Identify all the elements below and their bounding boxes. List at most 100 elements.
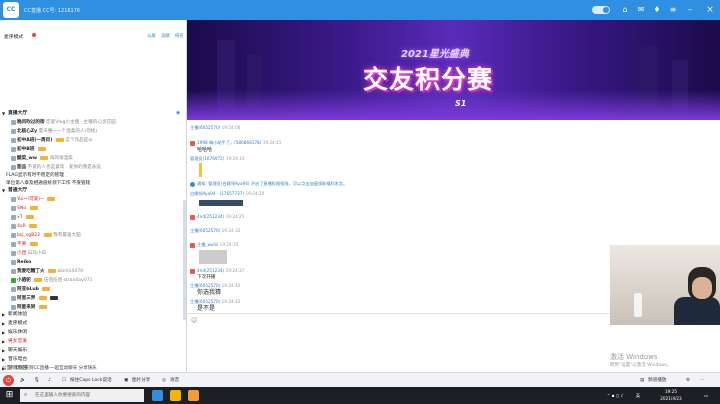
windows-start-icon[interactable]: ⊞ [4, 390, 15, 401]
gift-icon [190, 268, 195, 274]
chat-input[interactable] [199, 318, 599, 358]
chat-icon[interactable]: ✉ [636, 5, 646, 15]
minimize-button[interactable]: – [680, 0, 700, 20]
home-icon[interactable]: ⌂ [620, 5, 630, 15]
group-item[interactable]: ▶ 新闻体验 [0, 310, 186, 319]
taskbar-search[interactable]: ⌕ 在这里输入你要搜索的内容 [20, 389, 144, 402]
explorer-icon[interactable] [170, 390, 181, 401]
avatar [11, 147, 16, 152]
image-message[interactable] [199, 200, 243, 206]
member-item[interactable]: 小骆驼 伍佰伍佰·stranday071 [0, 276, 186, 285]
gift-icon [190, 214, 195, 220]
badge-icon [29, 205, 38, 210]
windows-taskbar: ⊞ ⌕ 在这里输入你要搜索的内容 ⌃ ▪ ◻ ♪ 英 19:25 2021/4/… [0, 387, 720, 404]
voice-icon[interactable]: ◎ [162, 376, 166, 385]
room-header[interactable]: ▼ 直播大厅 [0, 109, 186, 118]
close-button[interactable]: × [700, 0, 720, 20]
bottom-toolbar: ⏻ 🔈 🎙 ♪ ☐ 按住Caps Lock说话 ▣ 图片分享 ◎ 语音 ▤ 频道… [0, 372, 720, 388]
member-list-scrollbar[interactable] [183, 200, 186, 320]
search-placeholder: 在这里输入你要搜索的内容 [35, 393, 91, 398]
avatar [11, 260, 16, 265]
app-icon[interactable] [188, 390, 199, 401]
member-item[interactable]: 阿亚bLub [0, 285, 186, 294]
badge-icon [47, 196, 56, 201]
list-item[interactable]: 酸菜_ww 海风很温柔 [0, 154, 186, 163]
chat-message: 下次开播 [197, 275, 216, 280]
notification-icon[interactable]: ▭ [700, 391, 712, 400]
list-item[interactable]: 北极心Zy 夏天唯一一个温柔的人(勿扰) [0, 127, 186, 136]
member-item[interactable]: 不要 [0, 240, 186, 249]
mic-icon[interactable]: 🎙 [34, 376, 40, 385]
chat-line: 管理员(1676972) 19:24:16 [190, 156, 245, 161]
section-main-hall[interactable]: ▼ 普通大厅 [0, 186, 186, 195]
picture-icon[interactable]: ▣ [124, 376, 128, 385]
avatar [11, 197, 16, 202]
speaker-icon[interactable]: 🔈 [20, 376, 26, 385]
tab-contribute[interactable]: 贡献 [161, 33, 170, 39]
title-bar: CC CC直播 CC号: 1216176 ⌂ ✉ ♦ ≡ – × [0, 0, 720, 20]
avatar [11, 287, 16, 292]
event-banner[interactable]: 2021星光盛典 交友积分赛 S1 [187, 20, 720, 120]
member-item[interactable]: bsj_sgB22 我有最强大脑 [0, 231, 186, 240]
chat-line: 4nd(251234) 19:24:37 [190, 267, 244, 274]
member-item[interactable]: 我爱吃糖丁火 akinhi4479 [0, 267, 186, 276]
person-body-shape [674, 297, 720, 325]
clock-time: 19:25 [664, 389, 678, 394]
badge-icon [37, 146, 46, 151]
chat-line: 主播(6052570) 19:24:32 [190, 228, 241, 233]
activation-watermark: 激活 Windows [610, 353, 658, 361]
badge-icon [34, 277, 43, 282]
group-item[interactable]: ▶ 娱乐休闲 [0, 328, 186, 337]
list-item[interactable]: 初中A班(一周目) 这个作品是ai [0, 136, 186, 145]
avatar [11, 269, 16, 274]
list-item[interactable]: 晚风吹过的街 恋爱Vlog小主播 · 主播的心灵花园 [0, 118, 186, 127]
chat-line: 主播_wuliii 19:24:35 [190, 241, 238, 248]
chat-message: 是不是 [197, 305, 216, 312]
badge-icon [42, 286, 51, 291]
camera-preview[interactable] [610, 245, 720, 325]
power-icon[interactable]: ⏻ [3, 375, 14, 386]
image-message[interactable] [199, 250, 227, 264]
group-item[interactable]: ▶ 麦序模式 [0, 319, 186, 328]
voice-label[interactable]: 语音 [170, 376, 179, 385]
member-item[interactable]: 4xR [0, 222, 186, 231]
member-item[interactable]: 阿里三界 [0, 294, 186, 303]
group-item[interactable]: ▶ 男女恋爱 [0, 337, 186, 346]
member-item[interactable]: SNo [0, 204, 186, 213]
group-item[interactable]: ▶ 聊天娱乐 [0, 346, 186, 355]
more-icon[interactable]: ⋯ [700, 376, 705, 385]
mode-toggle[interactable] [592, 6, 610, 14]
badge-icon [38, 304, 47, 309]
share-label[interactable]: 图片分享 [132, 376, 150, 385]
tab-public[interactable]: 公屏 [147, 33, 156, 39]
tray-icons[interactable]: ⌃ ▪ ◻ ♪ [600, 391, 630, 400]
member-item[interactable]: Reiko [0, 258, 186, 267]
divider [187, 313, 610, 314]
taskview-icon[interactable] [152, 390, 163, 401]
clock[interactable]: 19:25 2021/4/23 [652, 388, 690, 401]
window-title: CC直播 CC号: 1216176 [24, 8, 81, 14]
list-item[interactable]: 初中B班 [0, 145, 186, 154]
search-icon: ⌕ [24, 391, 28, 398]
settings-icon[interactable]: ⚙ [686, 376, 690, 385]
avatar [11, 120, 16, 125]
emoji-icon[interactable]: ☺ [191, 317, 197, 324]
member-item[interactable]: Yui~(可爱)~ [0, 195, 186, 204]
member-item[interactable]: 小团 白马小白 [0, 249, 186, 258]
volume-icon[interactable]: ♪ [48, 376, 51, 385]
member-item[interactable]: xT [0, 213, 186, 222]
avatar [11, 138, 16, 143]
banner-subtitle: 2021星光盛典 [401, 49, 469, 60]
badge-icon [29, 223, 38, 228]
badge-icon [48, 268, 57, 273]
channel-icon[interactable]: ▤ [640, 376, 644, 385]
avatar [11, 233, 16, 238]
gift-icon[interactable]: ♦ [652, 5, 662, 15]
lang-indicator[interactable]: 英 [634, 391, 642, 400]
group-item[interactable]: ▶ 音乐电台 [0, 355, 186, 364]
channel-label[interactable]: 频道播放 [648, 376, 666, 385]
menu-icon[interactable]: ≡ [668, 5, 678, 15]
location-icon[interactable]: ◉ [176, 111, 181, 116]
tab-rank[interactable]: 排名 [175, 33, 184, 39]
mic-hint-checkbox[interactable]: ☐ [62, 376, 66, 385]
